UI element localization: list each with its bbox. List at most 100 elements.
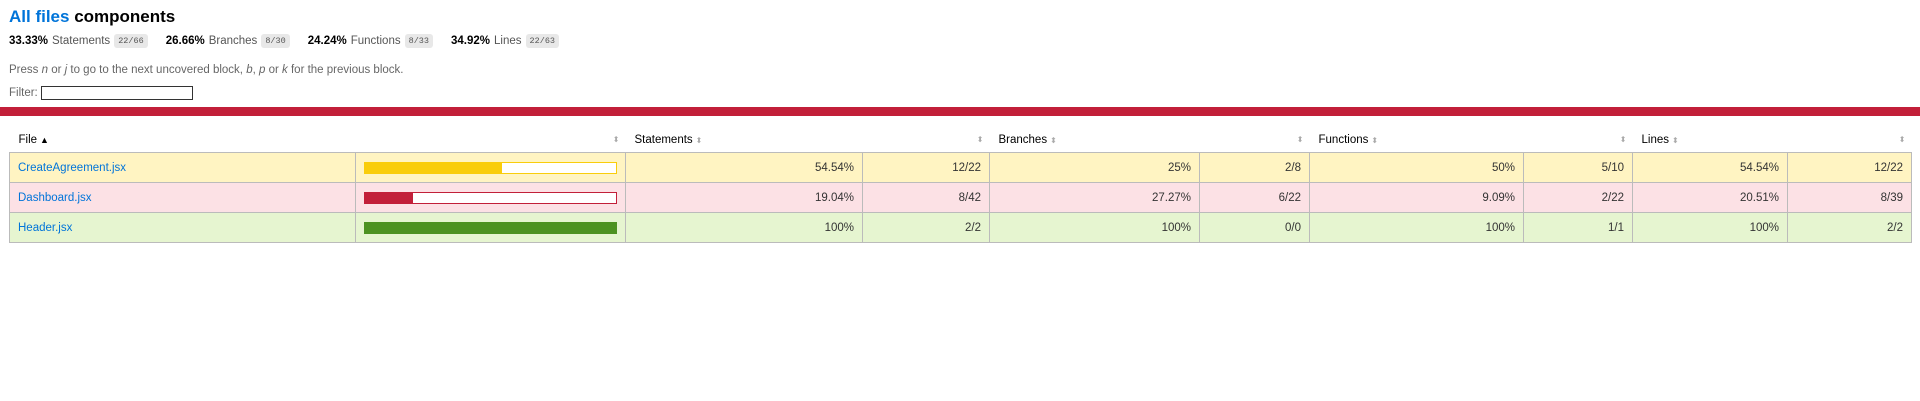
- column-functions[interactable]: Functions ⬍: [1310, 128, 1524, 153]
- branches-pct: 100%: [989, 212, 1200, 243]
- filter-row: Filter:: [9, 86, 1911, 100]
- sort-icon: ⬍: [612, 135, 620, 144]
- summary-label: Statements: [52, 35, 111, 47]
- sort-icon: ⬍: [1050, 136, 1057, 145]
- summary-pct: 24.24%: [307, 35, 347, 47]
- statements-pct: 54.54%: [625, 152, 863, 183]
- summary-branches: 26.66% Branches 8/30: [166, 34, 290, 48]
- file-link[interactable]: Dashboard.jsx: [18, 192, 92, 204]
- column-statements-raw[interactable]: ⬍: [863, 128, 990, 153]
- functions-fraction: 2/22: [1523, 182, 1633, 213]
- sort-icon: ⬍: [695, 136, 703, 145]
- summary-pct: 26.66%: [165, 35, 205, 47]
- sort-icon: ⬍: [1619, 135, 1627, 144]
- summary-pct: 33.33%: [9, 35, 49, 47]
- summary-pct: 34.92%: [451, 35, 491, 47]
- column-label: Statements: [634, 134, 693, 146]
- lines-fraction: 8/39: [1787, 182, 1912, 213]
- statements-fraction: 2/2: [862, 212, 990, 243]
- table-header-row: File ▲ ⬍ Statements ⬍ ⬍ Branches ⬍ ⬍ Functi…: [10, 128, 1912, 153]
- column-statements[interactable]: Statements ⬍: [626, 128, 863, 153]
- column-branches-raw[interactable]: ⬍: [1200, 128, 1310, 153]
- coverage-table: File ▲ ⬍ Statements ⬍ ⬍ Branches ⬍ ⬍ Functi…: [9, 128, 1912, 243]
- functions-pct: 9.09%: [1309, 182, 1524, 213]
- column-label: File: [18, 134, 38, 146]
- file-link[interactable]: Header.jsx: [18, 222, 72, 234]
- hint-text: to go to the next uncovered block,: [67, 64, 247, 76]
- sort-icon: ⬍: [1672, 136, 1679, 145]
- lines-pct: 100%: [1632, 212, 1788, 243]
- coverage-bar: [364, 191, 617, 204]
- sort-icon: ⬍: [1296, 135, 1304, 144]
- coverage-summary: 33.33% Statements 22/66 26.66% Branches …: [9, 32, 1911, 50]
- summary-functions: 24.24% Functions 8/33: [308, 34, 433, 48]
- column-file[interactable]: File ▲: [10, 128, 356, 153]
- table-row: Header.jsx 100% 2/2 100% 0/0 100% 1/1 10…: [9, 212, 1912, 243]
- keyboard-hint: Press n or j to go to the next uncovered…: [9, 64, 1911, 76]
- coverage-bar-fill: [365, 222, 616, 233]
- summary-fraction: 22/63: [525, 34, 560, 48]
- hint-text: or: [265, 64, 283, 76]
- page-title: All files components: [9, 8, 1911, 26]
- summary-lines: 34.92% Lines 22/63: [451, 34, 560, 48]
- column-label: Functions: [1318, 134, 1369, 146]
- statements-pct: 19.04%: [625, 182, 863, 213]
- file-cell: CreateAgreement.jsx: [9, 152, 356, 183]
- statements-fraction: 12/22: [862, 152, 990, 183]
- sort-icon: ⬍: [1898, 135, 1906, 144]
- branches-pct: 25%: [989, 152, 1200, 183]
- all-files-link[interactable]: All files: [9, 7, 69, 26]
- column-file-bar[interactable]: ⬍: [356, 128, 626, 153]
- table-row: CreateAgreement.jsx 54.54% 12/22 25% 2/8…: [9, 152, 1912, 183]
- coverage-bar: [364, 221, 617, 234]
- sort-asc-icon: ▲: [40, 135, 49, 145]
- file-cell: Header.jsx: [9, 212, 356, 243]
- column-label: Branches: [998, 134, 1048, 146]
- branches-pct: 27.27%: [989, 182, 1200, 213]
- lines-pct: 20.51%: [1632, 182, 1788, 213]
- report-header: All files components 33.33% Statements 2…: [0, 0, 1920, 100]
- statements-pct: 100%: [625, 212, 863, 243]
- column-branches[interactable]: Branches ⬍: [990, 128, 1200, 153]
- hint-text: or: [48, 64, 65, 76]
- coverage-bar: [364, 161, 617, 174]
- sort-icon: ⬍: [1371, 136, 1379, 145]
- hint-text: Press: [9, 64, 42, 76]
- functions-fraction: 1/1: [1523, 212, 1633, 243]
- functions-fraction: 5/10: [1523, 152, 1633, 183]
- branches-fraction: 6/22: [1199, 182, 1310, 213]
- sort-icon: ⬍: [976, 135, 984, 144]
- summary-fraction: 8/30: [261, 34, 290, 48]
- coverage-bar-cell: [355, 152, 626, 183]
- column-lines[interactable]: Lines ⬍: [1633, 128, 1788, 153]
- functions-pct: 100%: [1309, 212, 1524, 243]
- hint-text: for the previous block.: [287, 64, 404, 76]
- column-lines-raw[interactable]: ⬍: [1788, 128, 1912, 153]
- branches-fraction: 2/8: [1199, 152, 1310, 183]
- filter-input[interactable]: [40, 86, 193, 100]
- summary-label: Functions: [350, 35, 401, 47]
- functions-pct: 50%: [1309, 152, 1524, 183]
- summary-statements: 33.33% Statements 22/66: [9, 34, 148, 48]
- statements-fraction: 8/42: [862, 182, 990, 213]
- lines-pct: 54.54%: [1632, 152, 1788, 183]
- summary-fraction: 8/33: [404, 34, 433, 48]
- coverage-bar-cell: [355, 182, 626, 213]
- summary-label: Lines: [494, 35, 522, 47]
- summary-fraction: 22/66: [114, 34, 148, 48]
- coverage-bar-fill: [365, 192, 413, 203]
- lines-fraction: 2/2: [1787, 212, 1912, 243]
- coverage-bar-fill: [365, 162, 502, 173]
- lines-fraction: 12/22: [1787, 152, 1912, 183]
- directory-name: components: [74, 7, 176, 26]
- file-link[interactable]: CreateAgreement.jsx: [18, 162, 126, 174]
- column-label: Lines: [1641, 134, 1670, 146]
- file-cell: Dashboard.jsx: [9, 182, 356, 213]
- filter-label: Filter:: [9, 87, 38, 99]
- coverage-status-line: [0, 107, 1920, 116]
- branches-fraction: 0/0: [1199, 212, 1310, 243]
- coverage-bar-cell: [355, 212, 626, 243]
- summary-label: Branches: [208, 35, 258, 47]
- table-row: Dashboard.jsx 19.04% 8/42 27.27% 6/22 9.…: [9, 182, 1912, 213]
- column-functions-raw[interactable]: ⬍: [1524, 128, 1633, 153]
